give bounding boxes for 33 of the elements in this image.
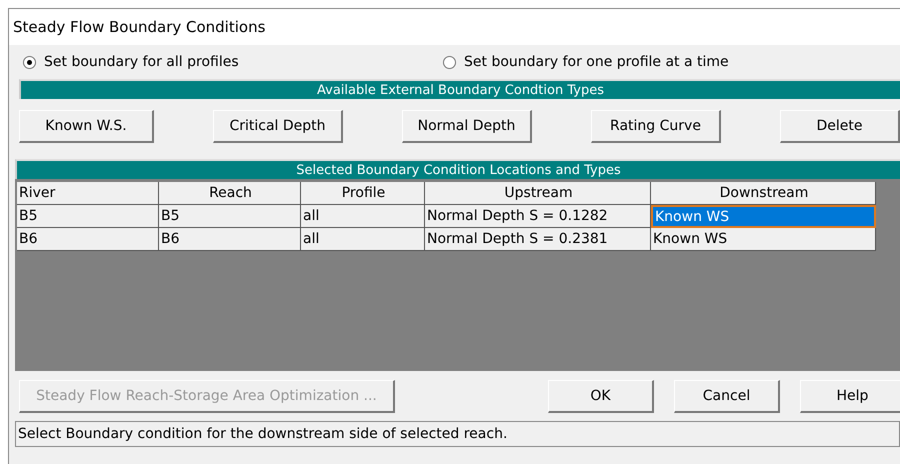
radio-label: Set boundary for all profiles bbox=[44, 54, 239, 70]
radio-label: Set boundary for one profile at a time bbox=[464, 54, 729, 70]
radio-option[interactable]: Set boundary for one profile at a time bbox=[443, 54, 863, 70]
dialog-button[interactable]: Cancel bbox=[674, 380, 780, 412]
table-cell[interactable]: B5 bbox=[17, 205, 159, 228]
table-cell[interactable]: Known WS bbox=[651, 205, 876, 228]
table-cell[interactable]: B5 bbox=[159, 205, 301, 228]
section-header: Available External Boundary Condtion Types bbox=[19, 79, 900, 99]
table-cell[interactable]: Normal Depth S = 0.1282 bbox=[425, 205, 651, 228]
column-header: Downstream bbox=[651, 182, 876, 205]
table-cell[interactable]: Normal Depth S = 0.2381 bbox=[425, 228, 651, 251]
section-header: Selected Boundary Condition Locations and Types bbox=[15, 159, 900, 179]
table-cell[interactable]: all bbox=[301, 228, 425, 251]
column-header: Reach bbox=[159, 182, 301, 205]
type-button[interactable]: Normal Depth bbox=[402, 110, 532, 143]
type-button[interactable]: Known W.S. bbox=[19, 110, 154, 143]
table-cell[interactable]: Known WS bbox=[651, 228, 876, 251]
table-cell[interactable]: all bbox=[301, 205, 425, 228]
column-header: River bbox=[17, 182, 159, 205]
status-bar: Select Boundary condition for the downstream side of selected reach. bbox=[15, 421, 900, 447]
dialog-button[interactable]: OK bbox=[548, 380, 654, 412]
radio-button[interactable] bbox=[23, 56, 36, 68]
table-cell[interactable]: B6 bbox=[159, 228, 301, 251]
type-button[interactable]: Rating Curve bbox=[591, 110, 721, 143]
table-cell[interactable]: B6 bbox=[17, 228, 159, 251]
type-button[interactable]: Critical Depth bbox=[213, 110, 343, 143]
type-button[interactable]: Delete bbox=[780, 110, 900, 143]
radio-button[interactable] bbox=[443, 56, 456, 68]
window-title: Steady Flow Boundary Conditions bbox=[9, 9, 900, 45]
radio-option[interactable]: Set boundary for all profiles bbox=[23, 54, 443, 70]
dialog-button[interactable]: Help bbox=[800, 380, 900, 412]
column-header: Profile bbox=[301, 182, 425, 205]
column-header: Upstream bbox=[425, 182, 651, 205]
